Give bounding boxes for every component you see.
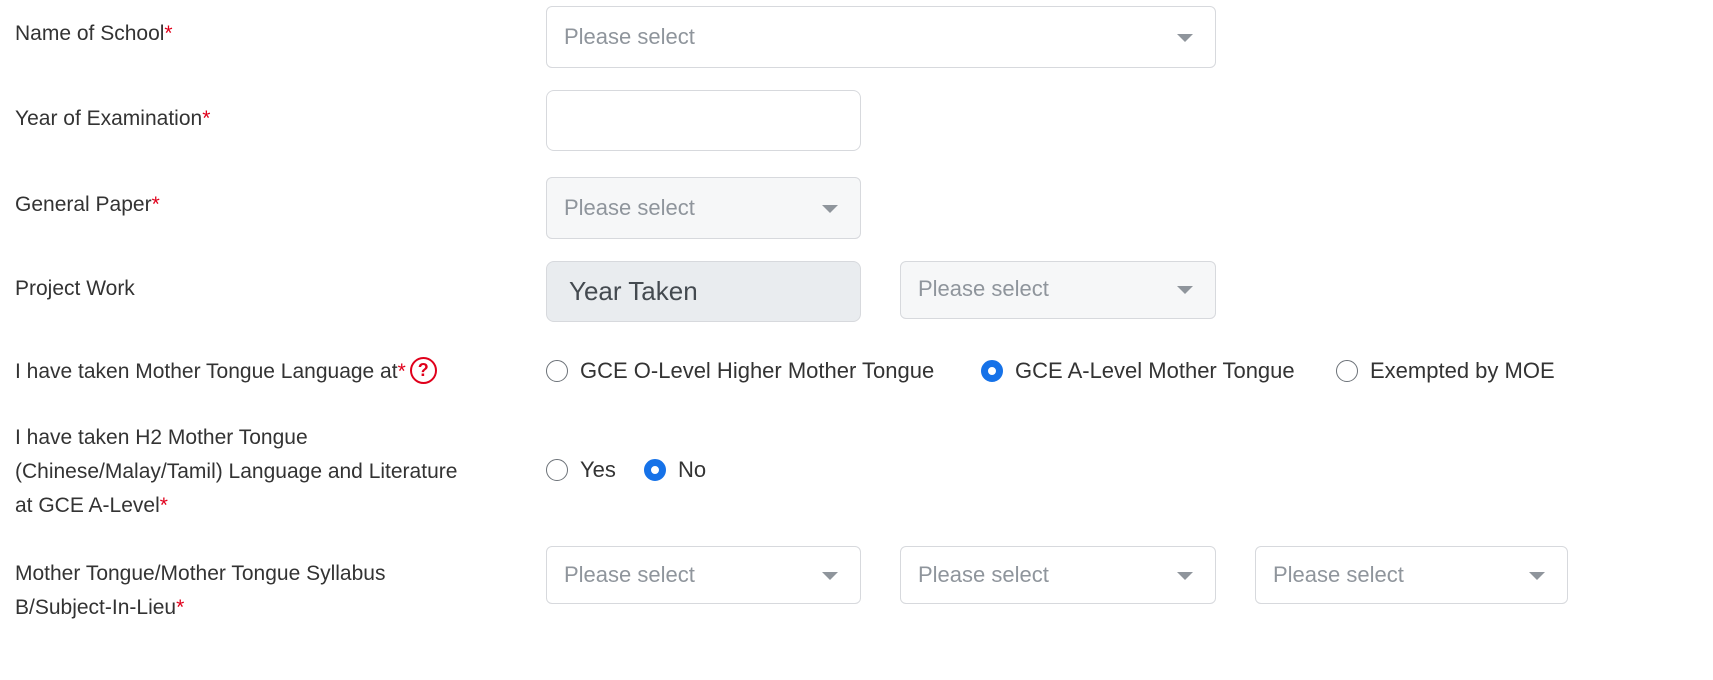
mother-tongue-select-3[interactable]: Please select	[1255, 546, 1568, 604]
school-select-placeholder: Please select	[564, 24, 695, 49]
required-asterisk: *	[159, 494, 168, 517]
chevron-down-icon	[822, 572, 838, 580]
required-asterisk: *	[397, 360, 406, 383]
h2-mother-tongue-label: I have taken H2 Mother Tongue (Chinese/M…	[15, 426, 458, 517]
school-select[interactable]: Please select	[546, 6, 1216, 68]
mother-tongue-select-1[interactable]: Please select	[546, 546, 861, 604]
chevron-down-icon	[1177, 34, 1193, 42]
radio-a-level-mt[interactable]: GCE A-Level Mother Tongue	[981, 356, 1295, 386]
radio-circle[interactable]	[546, 459, 568, 481]
general-paper-label: General Paper*	[15, 193, 160, 216]
mother-tongue-syllabus-label: Mother Tongue/Mother Tongue Syllabus B/S…	[15, 562, 386, 619]
mother-tongue-select-2[interactable]: Please select	[900, 546, 1216, 604]
required-asterisk: *	[202, 107, 211, 130]
required-asterisk: *	[176, 596, 185, 619]
chevron-down-icon	[822, 205, 838, 213]
radio-exempted-by-moe[interactable]: Exempted by MOE	[1336, 356, 1555, 386]
radio-label: Exempted by MOE	[1370, 358, 1555, 383]
radio-h2-no[interactable]: No	[644, 455, 706, 485]
exam-year-label: Year of Examination*	[15, 107, 211, 130]
radio-label: GCE O-Level Higher Mother Tongue	[580, 358, 935, 383]
project-work-year-placeholder: Year Taken	[569, 276, 698, 306]
radio-label: Yes	[580, 457, 616, 482]
radio-o-level-higher-mt[interactable]: GCE O-Level Higher Mother Tongue	[546, 356, 934, 386]
mother-tongue-select-1-placeholder: Please select	[564, 562, 695, 587]
project-work-grade-placeholder: Please select	[918, 276, 1049, 301]
mother-tongue-select-3-placeholder: Please select	[1273, 562, 1404, 587]
chevron-down-icon	[1177, 286, 1193, 294]
chevron-down-icon	[1177, 572, 1193, 580]
question-circle-icon[interactable]: ?	[409, 357, 437, 384]
project-work-grade-select[interactable]: Please select	[900, 261, 1216, 319]
school-label: Name of School*	[15, 22, 173, 45]
mother-tongue-select-2-placeholder: Please select	[918, 562, 1049, 587]
general-paper-select-placeholder: Please select	[564, 195, 695, 220]
radio-circle-checked[interactable]	[981, 360, 1003, 382]
exam-year-input[interactable]	[546, 90, 861, 151]
chevron-down-icon	[1529, 572, 1545, 580]
general-paper-select[interactable]: Please select	[546, 177, 861, 239]
radio-circle[interactable]	[546, 360, 568, 382]
mother-tongue-level-label: I have taken Mother Tongue Language at*?	[15, 354, 437, 389]
radio-label: No	[678, 457, 707, 482]
project-work-label: Project Work	[15, 277, 135, 300]
project-work-year-input[interactable]: Year Taken	[546, 261, 861, 322]
required-asterisk: *	[164, 22, 173, 45]
radio-label: GCE A-Level Mother Tongue	[1015, 358, 1295, 383]
required-asterisk: *	[151, 193, 160, 216]
radio-circle-checked[interactable]	[644, 459, 666, 481]
radio-circle[interactable]	[1336, 360, 1358, 382]
radio-h2-yes[interactable]: Yes	[546, 455, 616, 485]
